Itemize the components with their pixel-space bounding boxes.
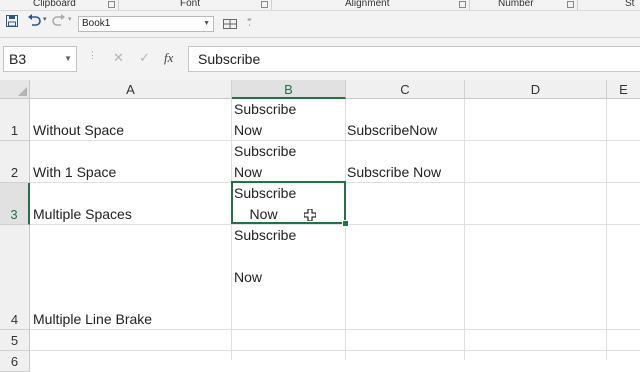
- alignment-group-label: Alignment: [345, 0, 390, 9]
- gridline: [30, 350, 640, 351]
- select-all-triangle-icon: [18, 87, 27, 96]
- column-header-a[interactable]: A: [30, 80, 232, 99]
- view-icon[interactable]: [223, 17, 237, 32]
- cell-b2-line-1[interactable]: Subscribe: [234, 141, 296, 162]
- row-header-4[interactable]: 4: [0, 225, 30, 330]
- redo-icon[interactable]: [52, 14, 66, 30]
- row-header-5[interactable]: 5: [0, 330, 30, 351]
- cell-b4-line-1[interactable]: Subscribe: [234, 225, 296, 246]
- cell-c2[interactable]: Subscribe Now: [347, 162, 441, 183]
- group-divider: [118, 0, 119, 10]
- save-icon[interactable]: [6, 15, 18, 30]
- alignment-launcher-icon[interactable]: [459, 1, 466, 8]
- chevron-down-icon: ▼: [64, 54, 72, 63]
- enter-icon[interactable]: ✓: [139, 50, 150, 66]
- formula-bar: B3 ▼ ⋮ ✕ ✓ fx Subscribe: [0, 38, 640, 80]
- customize-toolbar-icon[interactable]: ⁼̣: [247, 16, 252, 27]
- undo-icon[interactable]: [27, 14, 41, 30]
- workbook-select[interactable]: Book1 ▼: [78, 16, 214, 32]
- row-header-2[interactable]: 2: [0, 141, 30, 183]
- formula-input[interactable]: Subscribe: [188, 46, 640, 72]
- spreadsheet-grid[interactable]: A B C D E 1 2 3 4 5 6 Without Space Subs…: [0, 80, 640, 372]
- chevron-down-icon: ▼: [203, 20, 210, 27]
- insert-function-button[interactable]: fx: [164, 50, 173, 66]
- cell-a2[interactable]: With 1 Space: [33, 162, 116, 183]
- name-box[interactable]: B3 ▼: [3, 46, 77, 72]
- formula-bar-grip-icon: ⋮: [88, 50, 97, 60]
- active-cell-border[interactable]: [231, 181, 346, 224]
- cancel-icon[interactable]: ✕: [113, 50, 124, 66]
- cell-c1[interactable]: SubscribeNow: [347, 120, 437, 141]
- column-header-c[interactable]: C: [346, 80, 465, 99]
- row-header-1[interactable]: 1: [0, 99, 30, 141]
- gridline: [345, 99, 346, 360]
- column-header-b[interactable]: B: [232, 80, 346, 99]
- select-all-button[interactable]: [0, 80, 30, 99]
- cell-b1-line-2[interactable]: Now: [234, 120, 262, 141]
- row-header-3[interactable]: 3: [0, 183, 30, 225]
- quick-access-toolbar: ▾ ▾ Book1 ▼ ⁼̣: [0, 11, 640, 38]
- row-header-6[interactable]: 6: [0, 351, 30, 372]
- number-launcher-icon[interactable]: [567, 1, 574, 8]
- clipboard-launcher-icon[interactable]: [108, 1, 115, 8]
- group-divider: [577, 0, 578, 10]
- clipboard-group-label: Clipboard: [33, 0, 76, 9]
- cell-a4[interactable]: Multiple Line Brake: [33, 309, 152, 330]
- cell-select-cursor-icon: [304, 209, 316, 221]
- column-header-d[interactable]: D: [465, 80, 607, 99]
- fill-handle[interactable]: [342, 220, 349, 227]
- undo-dropdown-icon[interactable]: ▾: [43, 15, 47, 23]
- cell-a3[interactable]: Multiple Spaces: [33, 204, 132, 225]
- cell-b2-line-2[interactable]: Now: [234, 162, 262, 183]
- ribbon-group-labels: Clipboard Font Alignment Number St: [0, 0, 640, 11]
- cell-b1-line-1[interactable]: Subscribe: [234, 99, 296, 120]
- name-box-value: B3: [9, 51, 27, 67]
- redo-dropdown-icon[interactable]: ▾: [68, 15, 72, 23]
- group-divider: [271, 0, 272, 10]
- font-group-label: Font: [180, 0, 201, 9]
- number-group-label: Number: [498, 0, 534, 9]
- workbook-name: Book1: [82, 18, 111, 29]
- font-launcher-icon[interactable]: [261, 1, 268, 8]
- gridline: [464, 99, 465, 360]
- gridline: [606, 99, 607, 360]
- gridline: [231, 99, 232, 360]
- column-header-e[interactable]: E: [607, 80, 640, 99]
- cell-a1[interactable]: Without Space: [33, 120, 124, 141]
- cell-b4-line-3[interactable]: Now: [234, 267, 262, 288]
- group-divider: [469, 0, 470, 10]
- styles-group-label: St: [625, 0, 635, 9]
